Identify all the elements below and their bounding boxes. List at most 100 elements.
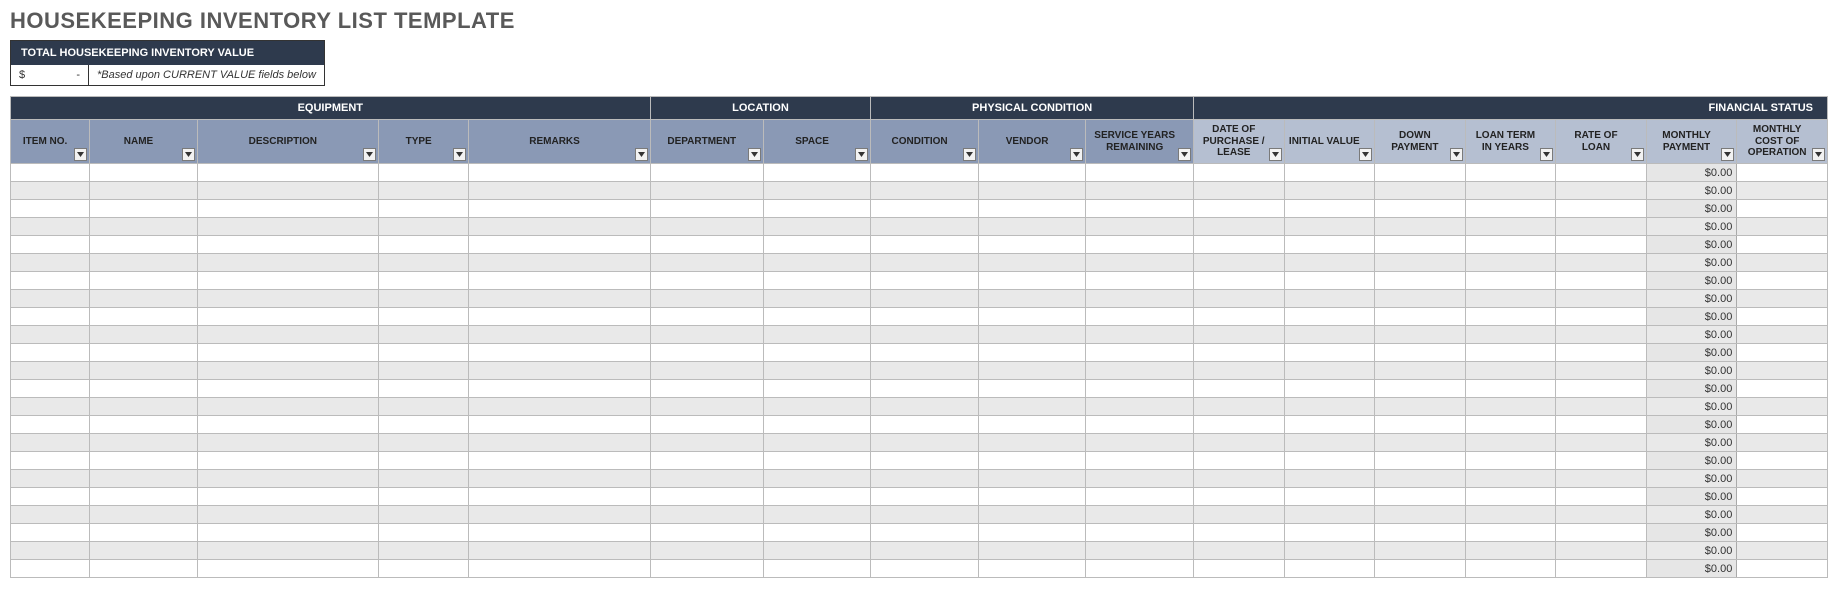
table-cell[interactable] — [1086, 560, 1194, 578]
table-cell[interactable] — [378, 254, 469, 272]
table-cell[interactable] — [1556, 254, 1647, 272]
table-cell[interactable] — [1737, 470, 1828, 488]
table-cell[interactable] — [763, 560, 871, 578]
table-cell[interactable] — [1465, 542, 1556, 560]
table-cell[interactable] — [378, 326, 469, 344]
filter-button-name[interactable] — [182, 148, 195, 161]
table-cell[interactable] — [11, 362, 90, 380]
table-cell[interactable] — [763, 308, 871, 326]
table-cell[interactable] — [1737, 254, 1828, 272]
table-cell[interactable] — [90, 524, 198, 542]
table-cell[interactable] — [11, 236, 90, 254]
table-cell[interactable] — [1737, 326, 1828, 344]
table-cell[interactable] — [1375, 164, 1466, 182]
table-cell[interactable] — [1465, 398, 1556, 416]
table-cell[interactable] — [1193, 362, 1284, 380]
table-cell[interactable] — [1737, 182, 1828, 200]
table-cell[interactable] — [1086, 362, 1194, 380]
table-cell[interactable] — [1556, 164, 1647, 182]
table-cell[interactable] — [1193, 542, 1284, 560]
table-cell[interactable] — [763, 272, 871, 290]
table-cell[interactable] — [1556, 344, 1647, 362]
table-cell[interactable] — [1737, 164, 1828, 182]
table-cell[interactable] — [11, 506, 90, 524]
table-cell[interactable] — [978, 398, 1086, 416]
table-cell[interactable] — [197, 380, 378, 398]
table-cell[interactable] — [1737, 524, 1828, 542]
table-cell[interactable] — [1465, 218, 1556, 236]
table-cell[interactable] — [650, 470, 763, 488]
table-cell[interactable] — [90, 380, 198, 398]
table-cell[interactable] — [763, 380, 871, 398]
table-cell[interactable]: $0.00 — [1646, 254, 1737, 272]
table-cell[interactable] — [1193, 434, 1284, 452]
filter-button-item-no[interactable] — [74, 148, 87, 161]
table-cell[interactable] — [1284, 290, 1375, 308]
table-cell[interactable] — [11, 542, 90, 560]
table-cell[interactable] — [763, 470, 871, 488]
table-cell[interactable] — [1086, 488, 1194, 506]
table-cell[interactable] — [1737, 308, 1828, 326]
table-cell[interactable] — [1465, 308, 1556, 326]
table-cell[interactable] — [763, 398, 871, 416]
table-cell[interactable] — [469, 218, 650, 236]
table-cell[interactable] — [871, 452, 979, 470]
table-cell[interactable] — [1375, 506, 1466, 524]
table-cell[interactable] — [1193, 524, 1284, 542]
table-cell[interactable] — [90, 434, 198, 452]
table-cell[interactable] — [1465, 290, 1556, 308]
table-cell[interactable] — [1193, 236, 1284, 254]
table-cell[interactable] — [197, 560, 378, 578]
table-cell[interactable] — [763, 236, 871, 254]
table-cell[interactable] — [1086, 254, 1194, 272]
filter-button-vendor[interactable] — [1070, 148, 1083, 161]
table-cell[interactable] — [1086, 326, 1194, 344]
table-cell[interactable] — [978, 416, 1086, 434]
table-cell[interactable] — [90, 326, 198, 344]
table-cell[interactable] — [1556, 290, 1647, 308]
table-cell[interactable] — [197, 308, 378, 326]
table-cell[interactable] — [378, 272, 469, 290]
table-cell[interactable] — [1086, 164, 1194, 182]
table-cell[interactable] — [1193, 272, 1284, 290]
table-cell[interactable] — [978, 470, 1086, 488]
table-cell[interactable] — [11, 164, 90, 182]
table-cell[interactable] — [1375, 254, 1466, 272]
table-cell[interactable]: $0.00 — [1646, 560, 1737, 578]
table-cell[interactable] — [871, 488, 979, 506]
table-cell[interactable] — [11, 380, 90, 398]
table-cell[interactable] — [90, 416, 198, 434]
table-cell[interactable] — [197, 182, 378, 200]
table-cell[interactable] — [469, 308, 650, 326]
table-cell[interactable] — [90, 164, 198, 182]
table-cell[interactable] — [90, 308, 198, 326]
table-cell[interactable] — [1556, 308, 1647, 326]
table-cell[interactable] — [650, 290, 763, 308]
table-cell[interactable] — [90, 236, 198, 254]
table-cell[interactable] — [763, 434, 871, 452]
table-cell[interactable] — [650, 200, 763, 218]
table-cell[interactable] — [1193, 506, 1284, 524]
table-cell[interactable] — [650, 560, 763, 578]
table-cell[interactable] — [1193, 380, 1284, 398]
table-cell[interactable] — [1375, 272, 1466, 290]
table-cell[interactable] — [197, 506, 378, 524]
table-cell[interactable] — [871, 470, 979, 488]
table-cell[interactable] — [197, 200, 378, 218]
table-cell[interactable] — [978, 218, 1086, 236]
table-cell[interactable] — [469, 488, 650, 506]
table-cell[interactable] — [90, 182, 198, 200]
filter-button-description[interactable] — [363, 148, 376, 161]
table-cell[interactable] — [978, 200, 1086, 218]
table-cell[interactable] — [1737, 344, 1828, 362]
table-cell[interactable] — [11, 254, 90, 272]
table-cell[interactable] — [90, 542, 198, 560]
table-cell[interactable] — [650, 182, 763, 200]
table-cell[interactable] — [978, 326, 1086, 344]
table-cell[interactable] — [1284, 362, 1375, 380]
table-cell[interactable] — [763, 290, 871, 308]
table-cell[interactable] — [871, 542, 979, 560]
table-cell[interactable] — [978, 560, 1086, 578]
table-cell[interactable] — [197, 470, 378, 488]
table-cell[interactable] — [90, 254, 198, 272]
